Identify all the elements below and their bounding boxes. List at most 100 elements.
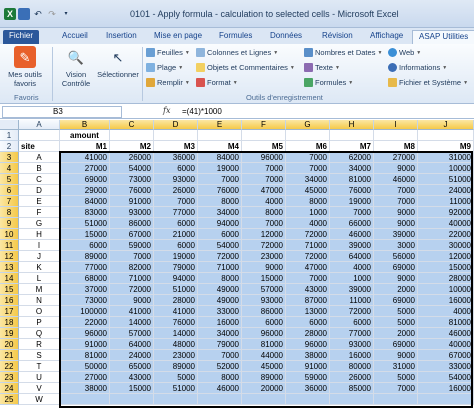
amount-cell[interactable] [154,394,198,405]
amount-cell[interactable]: 36000 [154,152,198,163]
amount-cell[interactable]: 51000 [60,218,110,229]
row-header[interactable]: 6 [0,185,19,196]
column-header[interactable]: B [60,120,110,130]
row-header[interactable]: 24 [0,383,19,394]
amount-cell[interactable]: 50000 [60,361,110,372]
selectionner-button[interactable]: ↖ Sélectionner [96,46,140,80]
amount-cell[interactable]: 8000 [286,196,330,207]
format-menu[interactable]: Format ▼ [196,77,238,88]
column-header[interactable]: J [418,120,474,130]
column-header[interactable]: I [374,120,418,130]
amount-cell[interactable]: 45000 [242,361,286,372]
amount-cell[interactable]: 67000 [418,350,474,361]
site-cell[interactable]: H [19,229,60,240]
amount-cell[interactable]: 5000 [374,317,418,328]
amount-cell[interactable]: 93000 [110,207,154,218]
amount-cell[interactable]: 34000 [286,174,330,185]
amount-cell[interactable]: 69000 [374,339,418,350]
amount-cell[interactable]: 5000 [374,372,418,383]
amount-cell[interactable] [330,394,374,405]
month-header[interactable]: M7 [330,141,374,152]
select-all-corner[interactable] [0,120,19,130]
amount-cell[interactable]: 22000 [418,229,474,240]
amount-cell[interactable]: 14000 [110,317,154,328]
column-header[interactable]: E [198,120,242,130]
amount-cell[interactable]: 13000 [286,306,330,317]
cell[interactable] [330,130,374,141]
amount-cell[interactable]: 68000 [60,273,110,284]
amount-cell[interactable]: 15000 [110,383,154,394]
site-cell[interactable]: B [19,163,60,174]
row-header[interactable]: 14 [0,273,19,284]
amount-cell[interactable]: 22000 [60,317,110,328]
amount-cell[interactable]: 9000 [242,262,286,273]
amount-cell[interactable]: 59000 [110,240,154,251]
amount-cell[interactable]: 91000 [60,339,110,350]
amount-cell[interactable]: 77000 [60,262,110,273]
amount-cell[interactable]: 100000 [60,306,110,317]
amount-cell[interactable]: 28000 [418,273,474,284]
site-cell[interactable]: V [19,383,60,394]
amount-cell[interactable]: 43000 [286,284,330,295]
amount-cell[interactable]: 7000 [286,152,330,163]
amount-cell[interactable]: 66000 [330,218,374,229]
amount-cell[interactable]: 81000 [242,339,286,350]
amount-cell[interactable]: 8000 [198,196,242,207]
row-header[interactable]: 22 [0,361,19,372]
amount-cell[interactable]: 7000 [154,196,198,207]
amount-cell[interactable]: 40000 [418,218,474,229]
row-header[interactable]: 15 [0,284,19,295]
cell[interactable] [110,130,154,141]
amount-cell[interactable]: 46000 [418,328,474,339]
amount-cell[interactable]: 51000 [154,383,198,394]
amount-cell[interactable]: 46000 [330,229,374,240]
amount-cell[interactable]: 9000 [374,273,418,284]
site-cell[interactable]: R [19,339,60,350]
amount-cell[interactable]: 96000 [286,339,330,350]
amount-cell[interactable]: 41000 [60,152,110,163]
amount-cell[interactable]: 36000 [286,383,330,394]
amount-cell[interactable]: 47000 [242,185,286,196]
month-header[interactable]: M9 [418,141,474,152]
worksheet-grid[interactable]: A B C D E F G H I J 1 2 amount site M1 M2 M3 M4 M5 M6 M7 M8 M9… [0,120,474,417]
amount-cell[interactable]: 57000 [242,284,286,295]
amount-cell[interactable]: 38000 [60,383,110,394]
amount-cell[interactable]: 16000 [418,295,474,306]
save-icon[interactable] [18,7,30,20]
amount-cell[interactable]: 64000 [330,251,374,262]
amount-cell[interactable]: 7000 [242,163,286,174]
amount-cell[interactable]: 45000 [286,185,330,196]
amount-cell[interactable]: 7000 [374,383,418,394]
name-box[interactable]: B3 [2,106,122,118]
amount-cell[interactable]: 23000 [154,350,198,361]
amount-cell[interactable]: 23000 [242,251,286,262]
amount-cell[interactable]: 29000 [60,185,110,196]
site-cell[interactable]: E [19,196,60,207]
site-cell[interactable]: O [19,306,60,317]
amount-cell[interactable]: 10000 [418,163,474,174]
amount-cell[interactable]: 33000 [198,306,242,317]
amount-cell[interactable]: 6000 [242,317,286,328]
amount-cell[interactable]: 6000 [60,240,110,251]
amount-cell[interactable]: 16000 [418,383,474,394]
nombres-dates-menu[interactable]: Nombres et Dates ▼ [304,47,382,58]
amount-cell[interactable]: 94000 [154,273,198,284]
amount-cell[interactable] [418,394,474,405]
web-menu[interactable]: Web ▼ [388,47,421,58]
amount-cell[interactable]: 33000 [418,361,474,372]
amount-cell[interactable]: 30000 [418,240,474,251]
amount-cell[interactable]: 15000 [60,229,110,240]
amount-cell[interactable]: 96000 [60,328,110,339]
amount-cell[interactable]: 9000 [374,163,418,174]
objets-commentaires-menu[interactable]: Objets et Commentaires ▼ [196,62,295,73]
amount-cell[interactable]: 12000 [242,229,286,240]
amount-cell[interactable]: 9000 [374,218,418,229]
amount-cell[interactable]: 6000 [154,163,198,174]
amount-cell[interactable]: 40000 [418,339,474,350]
amount-cell[interactable]: 93000 [154,174,198,185]
amount-cell[interactable]: 8000 [242,207,286,218]
amount-cell[interactable]: 7000 [242,174,286,185]
favorites-button[interactable]: ✎ Mes outils favoris [3,46,47,88]
site-cell[interactable]: Q [19,328,60,339]
amount-cell[interactable]: 41000 [154,306,198,317]
